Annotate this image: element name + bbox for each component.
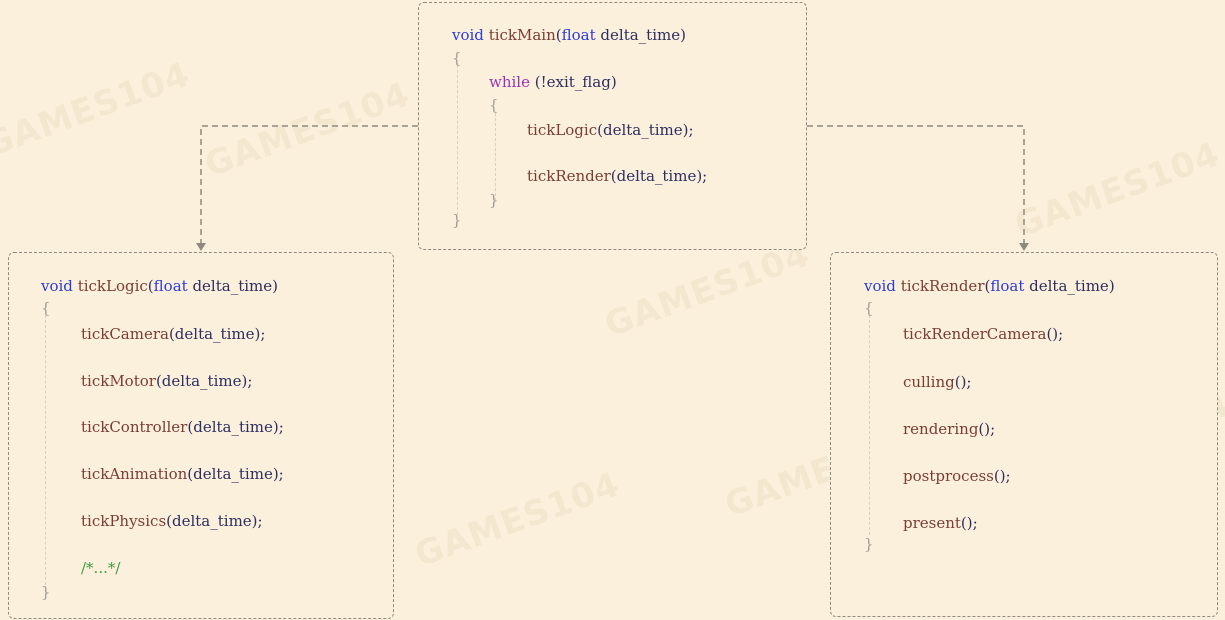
arrowhead-logic [196,243,206,251]
main-open-brace: { [452,49,462,67]
main-close-brace: } [452,211,462,229]
indent-guide [457,65,458,215]
tick-logic-box: void tickLogic(float delta_time) { tickC… [8,252,394,619]
render-call: culling(); [903,373,972,391]
while-open-brace: { [489,96,499,114]
while-statement: while (!exit_flag) [489,73,617,91]
logic-comment: /*...*/ [81,559,121,577]
while-close-brace: } [489,191,499,209]
indent-guide [869,315,870,535]
logic-call: tickMotor(delta_time); [81,372,253,390]
connector-main-to-render [807,125,1025,244]
tick-render-box: void tickRender(float delta_time) { tick… [830,252,1218,617]
logic-close-brace: } [41,583,51,601]
call-tick-logic: tickLogic(delta_time); [527,121,694,139]
call-tick-render: tickRender(delta_time); [527,167,708,185]
connector-main-to-logic [200,125,418,244]
render-call: postprocess(); [903,467,1011,485]
indent-guide [495,113,496,201]
logic-call: tickCamera(delta_time); [81,325,266,343]
render-call: rendering(); [903,420,996,438]
logic-signature: void tickLogic(float delta_time) [41,277,278,295]
tick-main-box: void tickMain(float delta_time) { while … [418,2,807,250]
render-open-brace: { [864,299,874,317]
render-close-brace: } [864,535,874,553]
indent-guide [45,315,46,595]
render-call: present(); [903,514,978,532]
render-call: tickRenderCamera(); [903,325,1064,343]
main-signature: void tickMain(float delta_time) [452,26,686,44]
logic-call: tickController(delta_time); [81,418,284,436]
render-signature: void tickRender(float delta_time) [864,277,1115,295]
arrowhead-render [1019,243,1029,251]
logic-call: tickPhysics(delta_time); [81,512,263,530]
logic-open-brace: { [41,299,51,317]
logic-call: tickAnimation(delta_time); [81,465,284,483]
